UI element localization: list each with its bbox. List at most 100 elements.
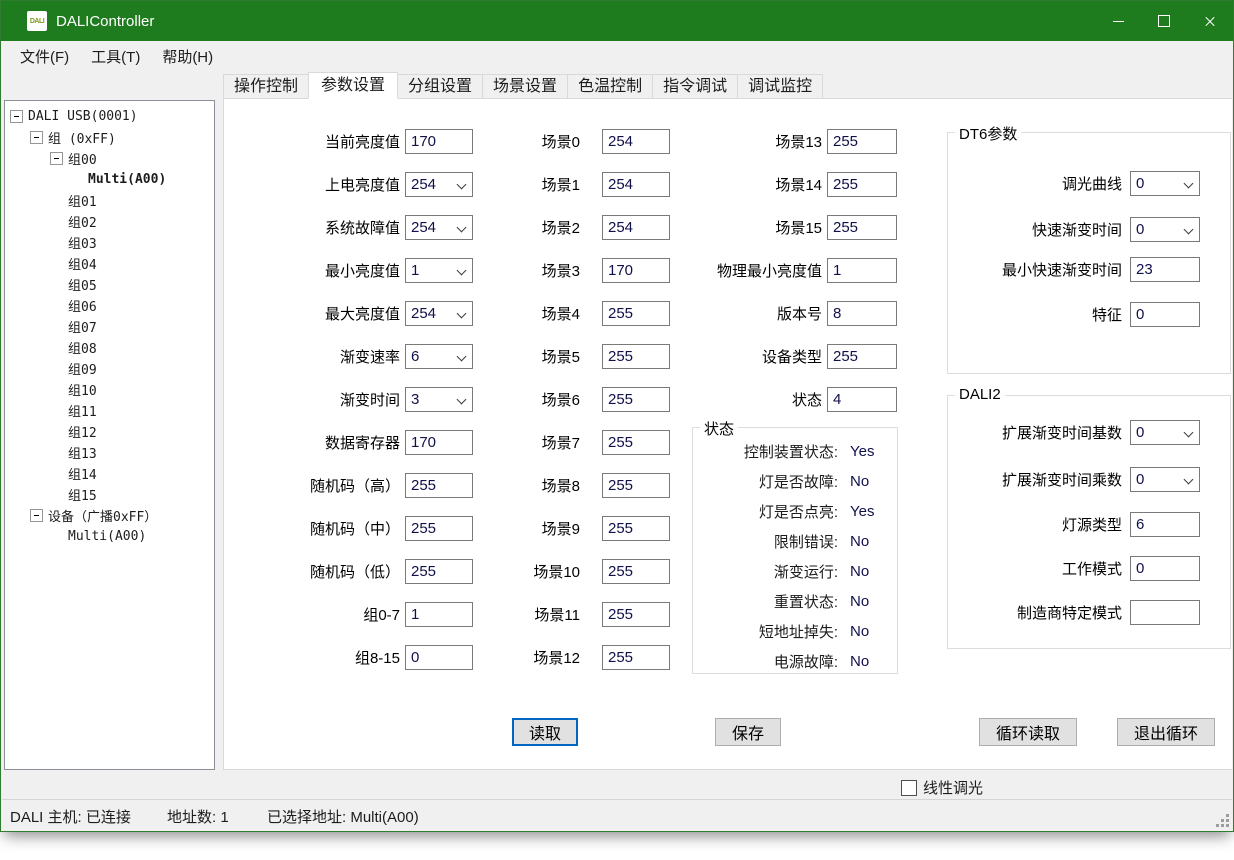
tab[interactable]: 参数设置	[308, 72, 398, 99]
field-input[interactable]: 255	[827, 129, 897, 154]
field-value: 255	[833, 348, 858, 365]
field-value: 254	[411, 219, 436, 236]
tree-expander-icon[interactable]	[50, 152, 63, 165]
tree-item[interactable]: 组15	[5, 484, 214, 505]
field-input[interactable]: 8	[827, 301, 897, 326]
menu-item[interactable]: 文件(F)	[9, 42, 80, 71]
tab[interactable]: 场景设置	[482, 74, 568, 99]
field-input[interactable]: 1	[405, 258, 473, 283]
tree-item[interactable]: Multi(A00)	[5, 526, 214, 547]
field-input[interactable]: 23	[1130, 257, 1200, 282]
field-input[interactable]: 0	[1130, 302, 1200, 327]
groupbox-title: DT6参数	[955, 123, 1021, 144]
field-row: 场景0 254	[485, 129, 670, 154]
maximize-button[interactable]	[1141, 1, 1187, 41]
tree-item[interactable]: 组10	[5, 379, 214, 400]
field-label: 状态	[654, 389, 827, 410]
field-input[interactable]: 0	[1130, 420, 1200, 445]
field-input[interactable]: 255	[602, 516, 670, 541]
field-input[interactable]: 254	[405, 215, 473, 240]
action-button[interactable]: 保存	[715, 718, 781, 746]
field-input[interactable]: 4	[827, 387, 897, 412]
tree-expander-icon[interactable]	[10, 110, 23, 123]
tree-item[interactable]: 组13	[5, 442, 214, 463]
field-input[interactable]: 254	[405, 172, 473, 197]
close-button[interactable]	[1187, 1, 1233, 41]
tree-item-label: 组03	[68, 233, 97, 252]
field-value: 1	[411, 262, 419, 279]
status-value: No	[850, 533, 869, 550]
menu-item[interactable]: 帮助(H)	[151, 42, 224, 71]
tree-item[interactable]: DALI USB(0001)	[5, 106, 214, 127]
field-input[interactable]: 255	[602, 645, 670, 670]
field-input[interactable]: 6	[1130, 512, 1200, 537]
tree-item[interactable]: 组00	[5, 148, 214, 169]
field-input[interactable]: 255	[405, 473, 473, 498]
field-row: 组8-15 0	[229, 645, 473, 670]
field-input[interactable]: 1	[827, 258, 897, 283]
field-input[interactable]: 3	[405, 387, 473, 412]
field-input[interactable]: 0	[1130, 467, 1200, 492]
tree-item[interactable]: 组01	[5, 190, 214, 211]
checkbox-icon[interactable]	[901, 780, 917, 796]
tab[interactable]: 分组设置	[397, 74, 483, 99]
field-input[interactable]: 255	[602, 473, 670, 498]
tree-item[interactable]: Multi(A00)	[5, 169, 214, 190]
field-input[interactable]: 255	[827, 344, 897, 369]
field-label: 场景8	[485, 475, 602, 496]
field-input[interactable]: 255	[827, 172, 897, 197]
field-input[interactable]: 1	[405, 602, 473, 627]
tree-item[interactable]: 组02	[5, 211, 214, 232]
tree-item[interactable]: 组 (0xFF)	[5, 127, 214, 148]
field-label: 渐变时间	[229, 389, 405, 410]
field-input[interactable]	[1130, 600, 1200, 625]
tab[interactable]: 操作控制	[223, 74, 309, 99]
field-input[interactable]: 6	[405, 344, 473, 369]
field-input[interactable]: 0	[1130, 217, 1200, 242]
tree-item[interactable]: 组06	[5, 295, 214, 316]
menu-item[interactable]: 工具(T)	[80, 42, 151, 71]
parameter-settings-page: 当前亮度值 170 上电亮度值 254 系统故障值	[223, 98, 1232, 770]
field-input[interactable]: 254	[405, 301, 473, 326]
action-button[interactable]: 读取	[512, 718, 578, 746]
field-input[interactable]: 255	[602, 430, 670, 455]
tree-item[interactable]: 组04	[5, 253, 214, 274]
tree-item[interactable]: 组09	[5, 358, 214, 379]
field-input[interactable]: 255	[602, 602, 670, 627]
chevron-down-icon	[457, 395, 467, 405]
field-row: 特征 0	[948, 302, 1230, 327]
tree-item[interactable]: 设备（广播0xFF）	[5, 505, 214, 526]
tree-item[interactable]: 组03	[5, 232, 214, 253]
field-input[interactable]: 0	[1130, 556, 1200, 581]
resize-grip[interactable]	[1215, 813, 1229, 827]
tab[interactable]: 色温控制	[567, 74, 653, 99]
action-button[interactable]: 退出循环	[1117, 718, 1215, 746]
tree-item[interactable]: 组05	[5, 274, 214, 295]
field-input[interactable]: 0	[1130, 171, 1200, 196]
tab[interactable]: 调试监控	[737, 74, 823, 99]
field-input[interactable]: 255	[405, 559, 473, 584]
tree-item[interactable]: 组14	[5, 463, 214, 484]
app-window: DALI DALIController 文件(F) 工具(T) 帮助(H) DA…	[0, 0, 1234, 832]
field-input[interactable]: 0	[405, 645, 473, 670]
minimize-button[interactable]	[1095, 1, 1141, 41]
tab[interactable]: 指令调试	[652, 74, 738, 99]
linear-dimming-checkbox[interactable]: 线性调光	[901, 777, 983, 798]
dt6-groupbox: DT6参数 调光曲线 0 快速渐变时间 0	[947, 132, 1231, 374]
field-row: 场景11 255	[485, 602, 670, 627]
field-value: 6	[411, 348, 419, 365]
field-input[interactable]: 255	[405, 516, 473, 541]
field-input[interactable]: 170	[405, 129, 473, 154]
field-label: 上电亮度值	[229, 174, 405, 195]
field-input[interactable]: 255	[827, 215, 897, 240]
field-input[interactable]: 170	[405, 430, 473, 455]
tree-item[interactable]: 组12	[5, 421, 214, 442]
tree-item[interactable]: 组11	[5, 400, 214, 421]
tree-expander-icon[interactable]	[30, 509, 43, 522]
field-value: 254	[608, 219, 633, 236]
tree-item[interactable]: 组07	[5, 316, 214, 337]
tree-expander-icon[interactable]	[30, 131, 43, 144]
action-button[interactable]: 循环读取	[979, 718, 1077, 746]
field-input[interactable]: 255	[602, 559, 670, 584]
tree-item[interactable]: 组08	[5, 337, 214, 358]
